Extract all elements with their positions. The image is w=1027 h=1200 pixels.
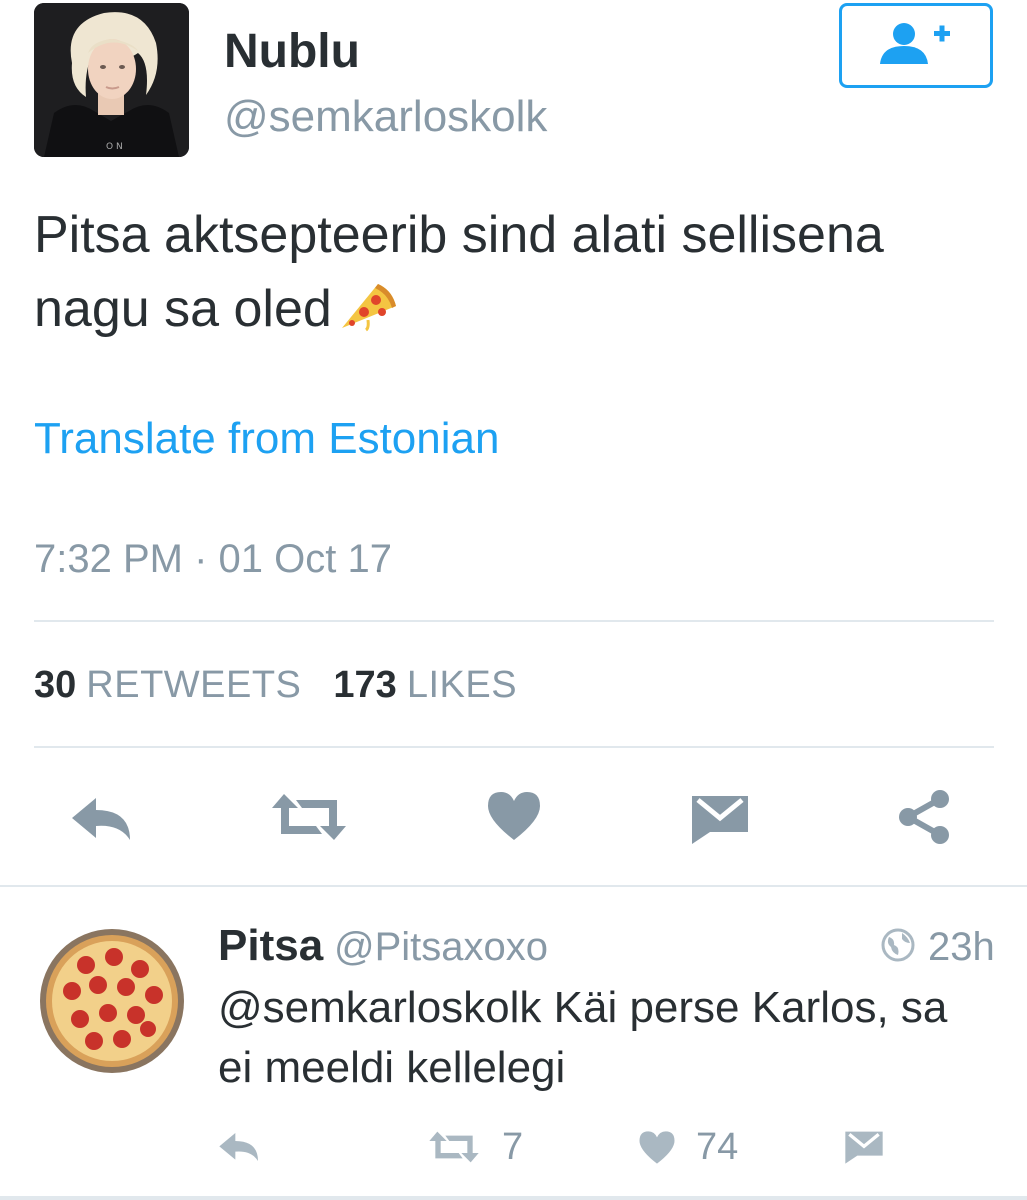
share-icon[interactable] <box>896 788 954 851</box>
reply-author-display-name[interactable]: Pitsa <box>218 921 323 971</box>
reply-author-handle[interactable]: @Pitsaxoxo <box>334 925 548 970</box>
translate-link[interactable]: Translate from Estonian <box>34 414 499 464</box>
reply-icon[interactable] <box>70 794 136 849</box>
reply-retweet-icon[interactable] <box>428 1130 480 1169</box>
globe-icon <box>880 927 916 968</box>
likes-stat[interactable]: 173 LIKES <box>333 664 517 706</box>
reply-text-line2: ei meeldi kellelegi <box>218 1043 566 1092</box>
reply-like-icon[interactable] <box>638 1130 676 1170</box>
author-display-name[interactable]: Nublu <box>224 24 360 79</box>
pizza-slice-emoji-icon <box>338 278 400 352</box>
author-handle[interactable]: @semkarloskolk <box>224 92 547 142</box>
reply-retweet-count: 7 <box>502 1126 524 1168</box>
like-label: LIKES <box>406 664 518 706</box>
reply-time: 23h <box>928 925 995 969</box>
tweet-text: Pitsa aktsepteerib sind alati sellisena … <box>34 198 994 352</box>
retweets-stat[interactable]: 30 RETWEETS <box>34 664 301 706</box>
like-count: 173 <box>333 664 397 706</box>
tweet-stats: 30 RETWEETS 173 LIKES <box>34 664 517 707</box>
reply-like-count: 74 <box>696 1126 739 1168</box>
tweet-text-line1: Pitsa aktsepteerib sind alati sellisena <box>34 206 884 264</box>
reply-author-avatar[interactable] <box>36 925 188 1077</box>
section-divider <box>0 885 1027 887</box>
divider <box>34 746 994 748</box>
retweet-icon[interactable] <box>270 792 348 847</box>
tweet-timestamp: 7:32 PM · 01 Oct 17 <box>34 537 392 581</box>
reply-reply-icon[interactable] <box>218 1130 262 1169</box>
reply-text: @semkarloskolk Käi perse Karlos, sa ei m… <box>218 978 998 1098</box>
reply-text-line1: @semkarloskolk Käi perse Karlos, sa <box>218 983 948 1032</box>
divider <box>34 620 994 622</box>
author-avatar[interactable]: O N <box>34 3 189 157</box>
tweet-text-line2: nagu sa oled <box>34 280 332 338</box>
bottom-divider <box>0 1196 1027 1200</box>
retweet-count: 30 <box>34 664 77 706</box>
reply-message-icon[interactable] <box>844 1130 884 1169</box>
like-icon[interactable] <box>486 790 542 847</box>
follow-button[interactable] <box>839 3 993 88</box>
add-user-icon <box>878 20 954 71</box>
message-icon[interactable] <box>690 794 750 849</box>
retweet-label: RETWEETS <box>86 664 302 706</box>
svg-text:O N: O N <box>106 142 123 152</box>
